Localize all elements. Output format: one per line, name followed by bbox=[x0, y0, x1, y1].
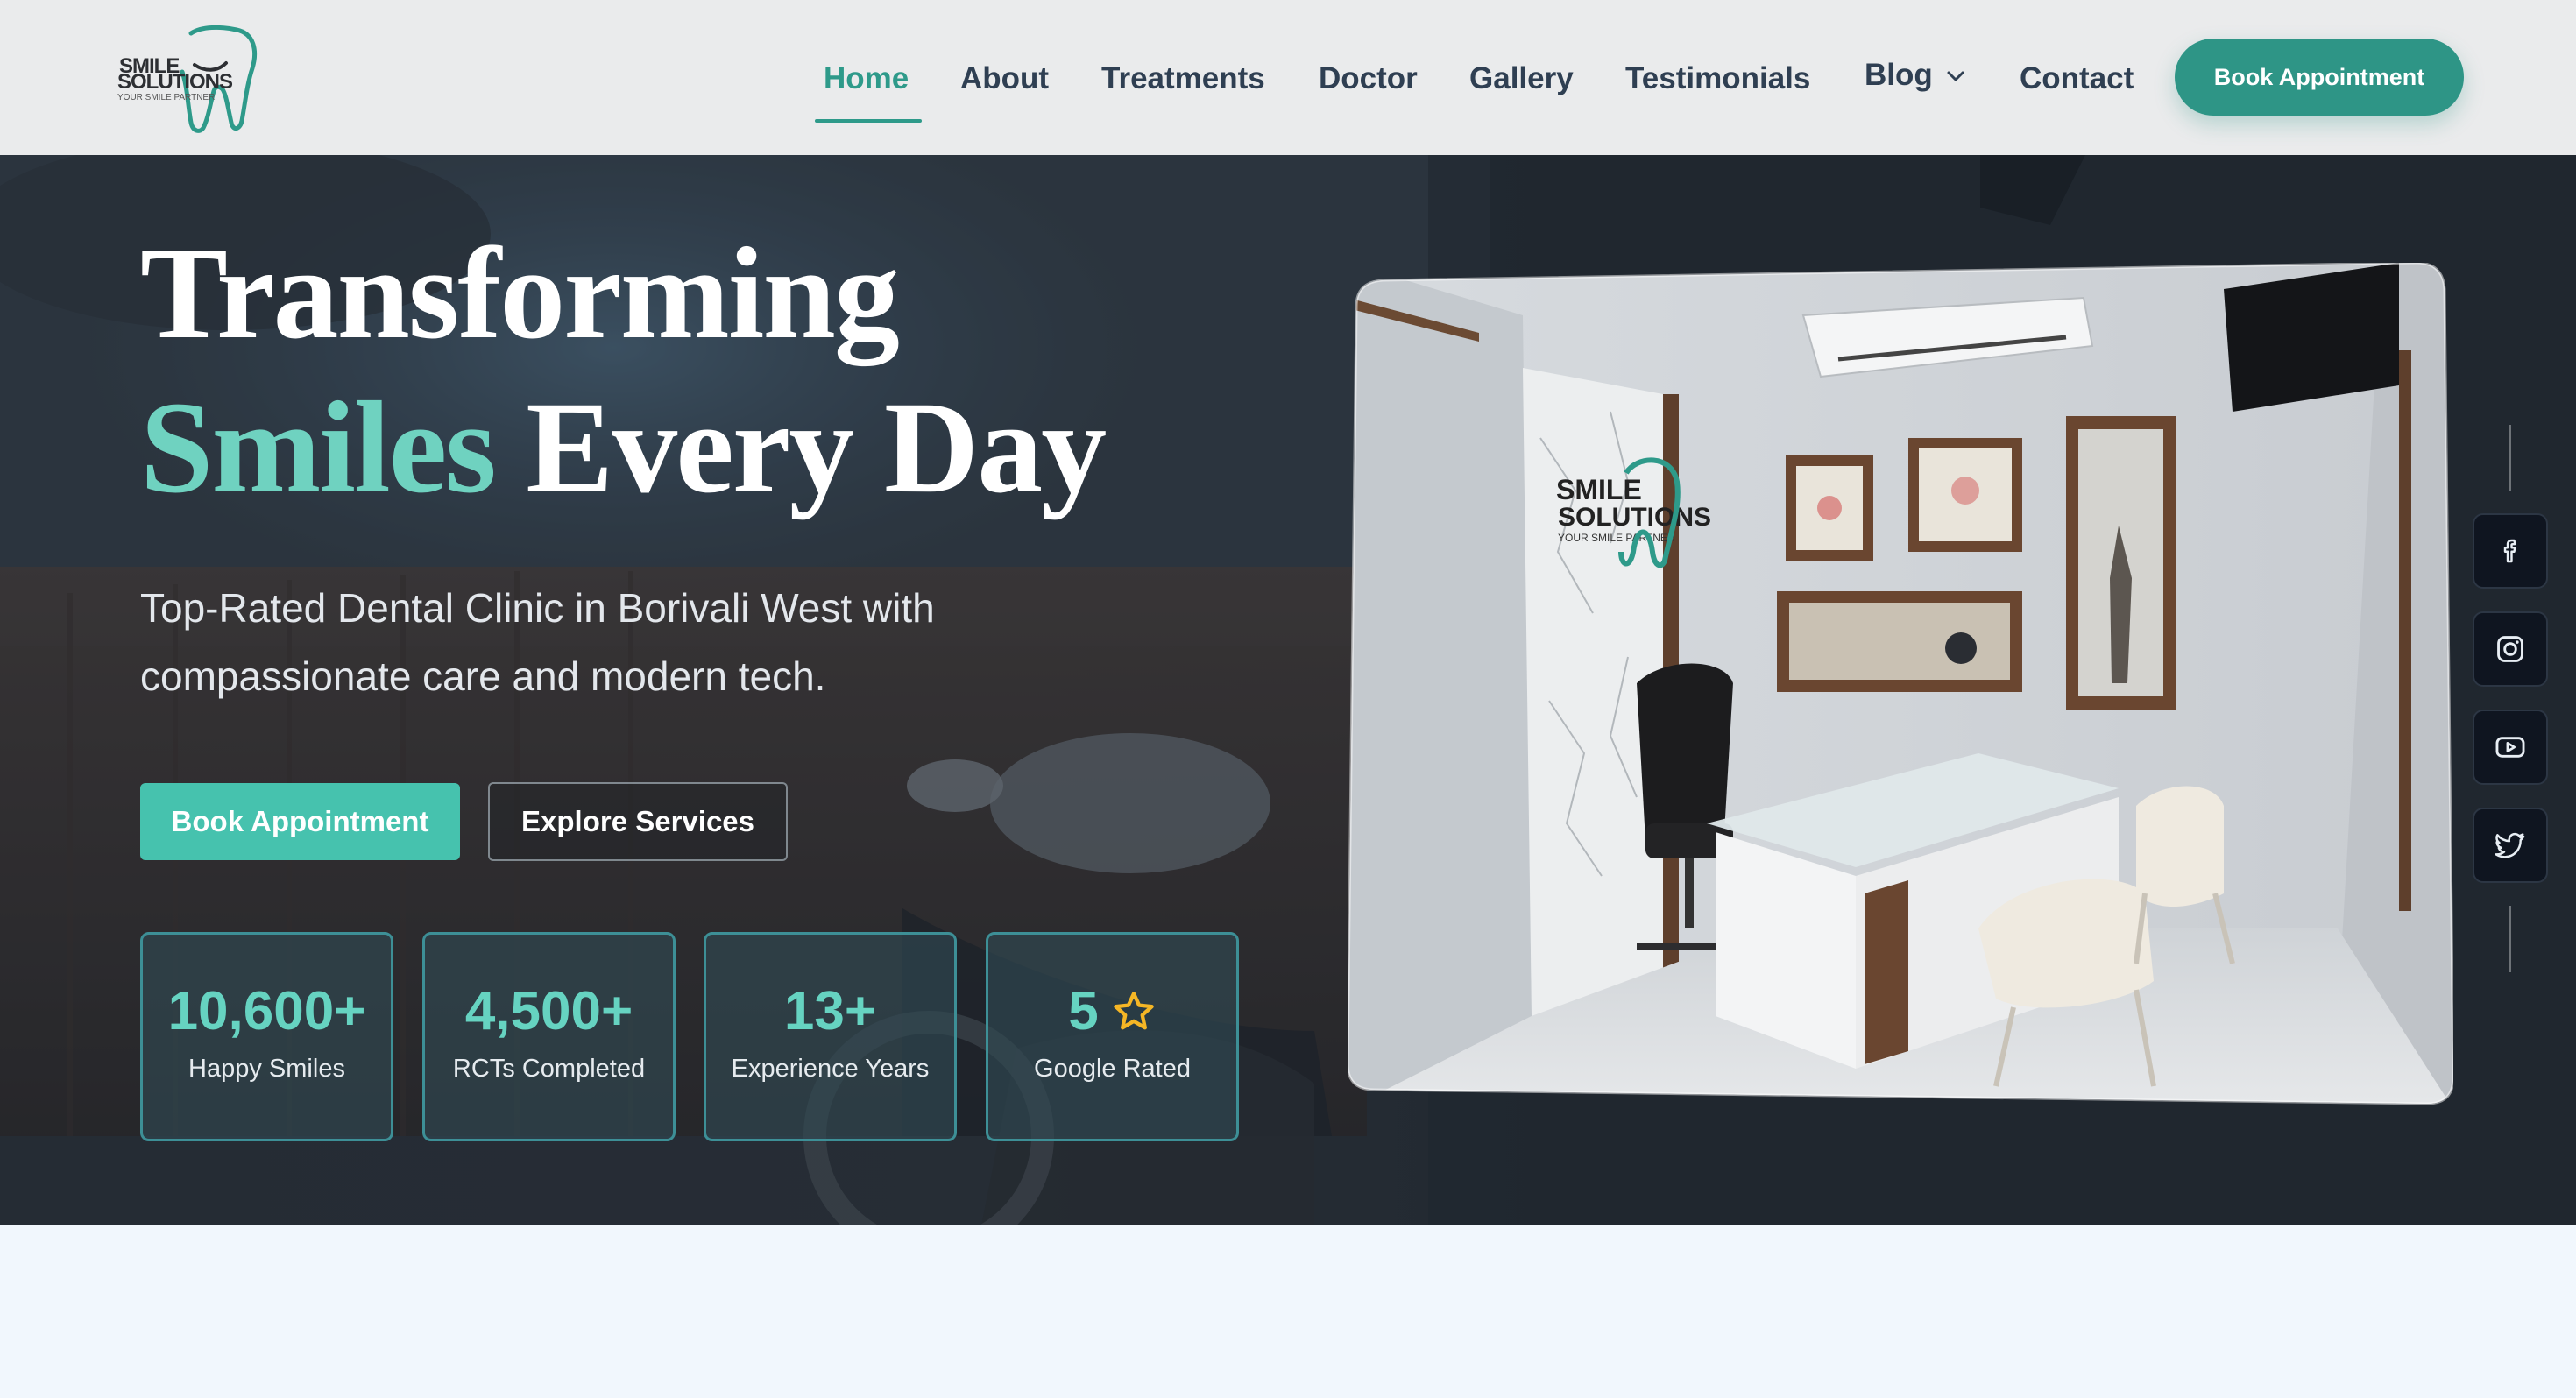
stat-label: RCTs Completed bbox=[452, 1055, 646, 1083]
hero-title-line1: Transforming bbox=[140, 221, 900, 366]
stat-value: 5 bbox=[1068, 981, 1099, 1041]
stat-label: Experience Years bbox=[731, 1055, 930, 1083]
logo-tagline: YOUR SMILE PARTNER bbox=[117, 93, 216, 102]
stat-card-experience: 13+ Experience Years bbox=[704, 932, 957, 1141]
stat-value: 13+ bbox=[783, 981, 877, 1041]
chevron-down-icon bbox=[1947, 71, 1964, 81]
stat-card-google-rating: 5 Google Rated bbox=[986, 932, 1239, 1141]
nav-testimonials[interactable]: Testimonials bbox=[1625, 61, 1810, 96]
hero-title-rest: Every Day bbox=[494, 375, 1107, 520]
stat-card-rcts: 4,500+ RCTs Completed bbox=[422, 932, 676, 1141]
photo-sign-tagline: YOUR SMILE PARTNER bbox=[1558, 532, 1675, 544]
nav-gallery[interactable]: Gallery bbox=[1469, 61, 1574, 96]
hero-title-accent: Smiles bbox=[140, 375, 497, 520]
facebook-link[interactable] bbox=[2473, 513, 2548, 589]
twitter-icon bbox=[2495, 832, 2525, 858]
logo[interactable]: SMILE SOLUTIONS YOUR SMILE PARTNER bbox=[114, 23, 263, 133]
nav-active-underline bbox=[815, 119, 922, 123]
nav-blog[interactable]: Blog bbox=[1865, 58, 1933, 93]
photo-sign-solutions: SOLUTIONS bbox=[1558, 503, 1711, 532]
social-divider-top bbox=[2509, 425, 2511, 491]
rating-value-row: 5 bbox=[1068, 980, 1156, 1042]
stat-value: 4,500+ bbox=[464, 981, 633, 1041]
site-header: SMILE SOLUTIONS YOUR SMILE PARTNER Home … bbox=[0, 0, 2576, 155]
hero-title: Transforming Smiles Every Day bbox=[140, 216, 1107, 525]
explore-services-button[interactable]: Explore Services bbox=[488, 782, 788, 861]
nav-contact[interactable]: Contact bbox=[2020, 61, 2134, 96]
stat-value: 10,600+ bbox=[167, 981, 366, 1041]
instagram-icon bbox=[2497, 636, 2523, 662]
header-book-appointment-button[interactable]: Book Appointment bbox=[2175, 39, 2464, 116]
nav-about[interactable]: About bbox=[960, 61, 1049, 96]
nav-treatments[interactable]: Treatments bbox=[1101, 61, 1265, 96]
hero-subtitle: Top-Rated Dental Clinic in Borivali West… bbox=[140, 585, 935, 699]
star-icon bbox=[1113, 991, 1154, 1029]
photo-sign-smile: SMILE bbox=[1556, 474, 1642, 505]
clinic-reception-photo: SMILE SOLUTIONS YOUR SMILE PARTNER bbox=[1348, 263, 2453, 1105]
social-divider-bottom bbox=[2509, 906, 2511, 972]
stat-label: Google Rated bbox=[1034, 1055, 1191, 1083]
instagram-link[interactable] bbox=[2473, 611, 2548, 687]
facebook-icon bbox=[2503, 539, 2516, 563]
stat-label: Happy Smiles bbox=[188, 1055, 345, 1083]
nav-doctor[interactable]: Doctor bbox=[1319, 61, 1418, 96]
next-section bbox=[0, 1225, 2576, 1398]
hero-book-appointment-button[interactable]: Book Appointment bbox=[140, 783, 460, 860]
youtube-link[interactable] bbox=[2473, 710, 2548, 785]
twitter-link[interactable] bbox=[2473, 808, 2548, 883]
youtube-icon bbox=[2495, 737, 2525, 758]
nav-home[interactable]: Home bbox=[824, 61, 909, 96]
stat-card-happy-smiles: 10,600+ Happy Smiles bbox=[140, 932, 393, 1141]
logo-text-solutions: SOLUTIONS bbox=[117, 70, 233, 94]
hero-section: Transforming Smiles Every Day Top-Rated … bbox=[0, 155, 2576, 1225]
